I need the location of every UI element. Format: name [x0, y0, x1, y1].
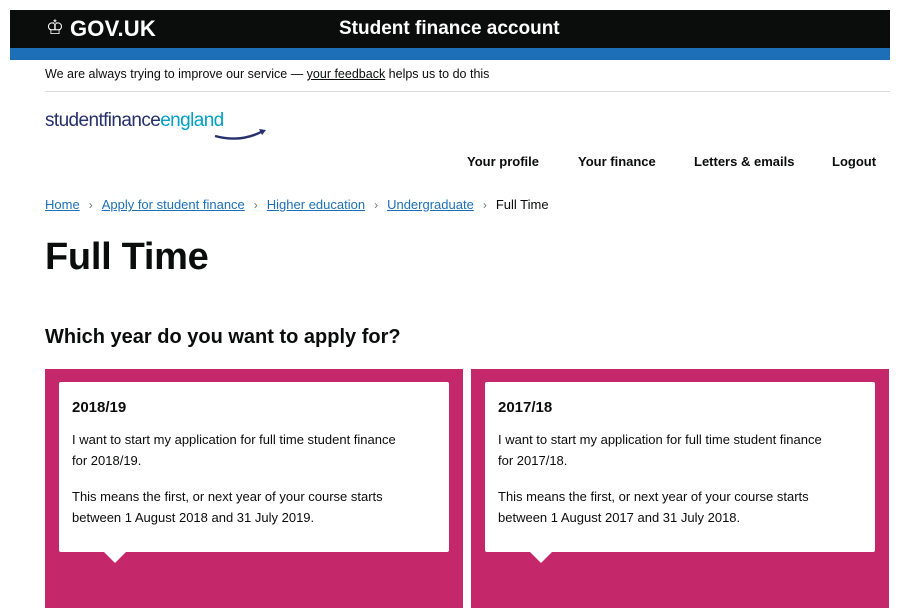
nav-letters-emails[interactable]: Letters & emails [694, 154, 794, 169]
breadcrumb-undergraduate[interactable]: Undergraduate [387, 197, 474, 212]
card-pointer [530, 552, 552, 563]
year-question: Which year do you want to apply for? [45, 326, 401, 348]
header-accent-strip [10, 48, 890, 60]
govuk-logo-link[interactable]: GOV.UK [70, 16, 156, 42]
year-option-dates: This means the first, or next year of yo… [72, 489, 383, 525]
breadcrumb-current: Full Time [495, 197, 549, 212]
nav-your-profile[interactable]: Your profile [467, 154, 539, 169]
feedback-banner: We are always trying to improve our serv… [45, 67, 489, 81]
page-title: Full Time [45, 236, 209, 278]
year-option-description: I want to start my application for full … [72, 432, 396, 468]
nav-your-finance[interactable]: Your finance [578, 154, 656, 169]
govuk-header: ♔ GOV.UK Student finance account [10, 10, 890, 48]
card-pointer [104, 552, 126, 563]
feedback-link[interactable]: your feedback [307, 67, 386, 81]
year-option-description: I want to start my application for full … [498, 432, 822, 468]
crown-icon: ♔ [46, 17, 64, 39]
breadcrumb-higher-education[interactable]: Higher education [267, 197, 365, 212]
year-option-2018-19[interactable]: 2018/19 I want to start my application f… [45, 369, 463, 608]
feedback-text-after: helps us to do this [385, 67, 490, 81]
breadcrumb-apply[interactable]: Apply for student finance [102, 197, 245, 212]
year-option-title: 2018/19 [72, 399, 127, 416]
service-name[interactable]: Student finance account [339, 18, 560, 40]
year-option-card[interactable]: 2017/18 I want to start my application f… [485, 382, 875, 563]
chevron-right-icon: › [253, 198, 258, 212]
feedback-text-before: We are always trying to improve our serv… [45, 67, 307, 81]
sfe-swoosh-icon [214, 129, 266, 140]
breadcrumb-home[interactable]: Home [45, 197, 80, 212]
year-option-card[interactable]: 2018/19 I want to start my application f… [59, 382, 449, 563]
year-option-title: 2017/18 [498, 399, 553, 416]
year-option-dates: This means the first, or next year of yo… [498, 489, 809, 525]
nav-logout[interactable]: Logout [832, 154, 876, 169]
chevron-right-icon: › [88, 198, 93, 212]
sfe-logo[interactable]: studentfinanceengland [45, 110, 266, 140]
divider [45, 91, 890, 92]
year-option-2017-18[interactable]: 2017/18 I want to start my application f… [471, 369, 889, 608]
breadcrumb: Home › Apply for student finance › Higher ed… [45, 197, 549, 212]
chevron-right-icon: › [482, 198, 487, 212]
chevron-right-icon: › [374, 198, 379, 212]
sfe-logo-text-primary: studentfinance [45, 110, 161, 131]
